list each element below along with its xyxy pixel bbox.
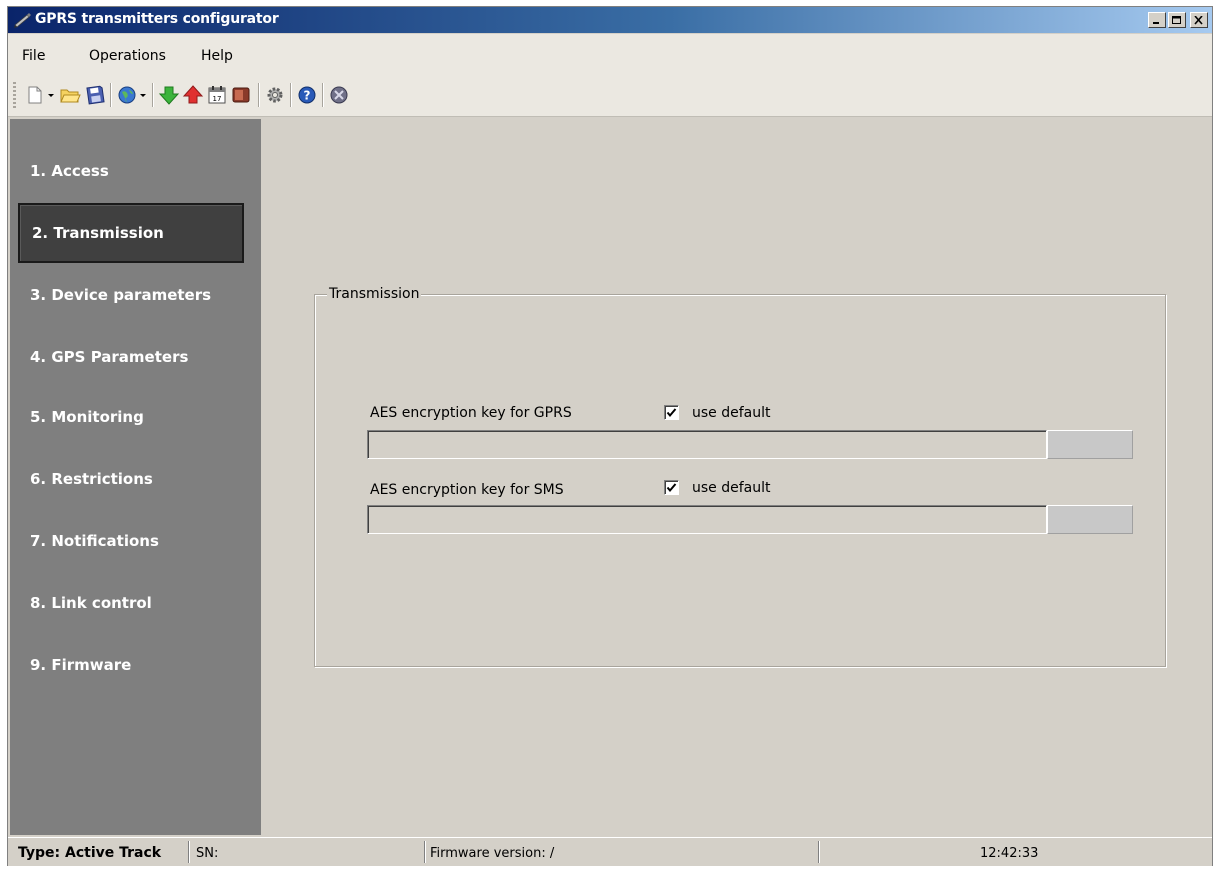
gprs-key-label: AES encryption key for GPRS: [370, 405, 572, 421]
sidebar-item-label: 3. Device parameters: [30, 286, 212, 304]
toolbar-separator: [152, 83, 154, 107]
sidebar-item-label: 5. Monitoring: [30, 408, 144, 426]
exit-icon[interactable]: [328, 84, 350, 106]
sidebar-item-label: 2. Transmission: [32, 224, 164, 242]
firmware-version-status: Firmware version: /: [430, 845, 555, 861]
toolbar-separator: [322, 83, 324, 107]
device-type-status: Type: Active Track: [18, 845, 162, 861]
sidebar-item-access[interactable]: 1. Access: [18, 141, 244, 201]
gprs-use-default-checkbox[interactable]: [664, 405, 679, 420]
device-icon[interactable]: [230, 84, 252, 106]
sidebar-item-label: 9. Firmware: [30, 656, 132, 674]
status-divider: [188, 841, 190, 863]
minimize-icon: [1153, 22, 1159, 24]
window-controls: [1148, 12, 1208, 28]
toolbar: 17 ?: [8, 74, 1212, 117]
close-button[interactable]: [1190, 12, 1208, 28]
upload-arrow-icon[interactable]: [182, 84, 204, 106]
new-icon[interactable]: [24, 84, 46, 106]
pen-icon: [13, 12, 31, 28]
help-icon[interactable]: ?: [296, 84, 318, 106]
sms-use-default-label[interactable]: use default: [692, 480, 771, 496]
sidebar-item-restrictions[interactable]: 6. Restrictions: [18, 449, 244, 509]
toolbar-grip[interactable]: [13, 82, 16, 108]
sidebar-item-label: 6. Restrictions: [30, 470, 153, 488]
download-arrow-icon[interactable]: [158, 84, 180, 106]
gprs-key-button[interactable]: [1047, 430, 1133, 459]
sidebar-item-label: 7. Notifications: [30, 532, 159, 550]
status-divider: [424, 841, 426, 863]
transmission-group: Transmission AES encryption key for GPRS…: [314, 286, 1166, 667]
sidebar-item-label: 1. Access: [30, 162, 109, 180]
menu-bar: File Operations Help: [8, 34, 1212, 74]
clock-status: 12:42:33: [980, 845, 1039, 861]
svg-text:?: ?: [304, 89, 311, 103]
sidebar-item-label: 8. Link control: [30, 594, 152, 612]
close-icon: [1194, 16, 1203, 25]
maximize-button[interactable]: [1168, 12, 1186, 28]
title-bar[interactable]: GPRS transmitters configurator: [8, 7, 1212, 33]
app-window: GPRS transmitters configurator File Oper…: [7, 6, 1213, 866]
toolbar-separator: [258, 83, 260, 107]
sidebar-item-device-parameters[interactable]: 3. Device parameters: [18, 265, 244, 325]
sidebar-item-label: 4. GPS Parameters: [30, 348, 189, 366]
checkmark-icon: [666, 483, 677, 493]
open-folder-icon[interactable]: [59, 84, 81, 106]
svg-text:17: 17: [213, 95, 222, 103]
menu-operations[interactable]: Operations: [89, 48, 166, 64]
sidebar-item-firmware[interactable]: 9. Firmware: [18, 635, 244, 695]
save-disk-icon[interactable]: [84, 84, 106, 106]
globe-icon[interactable]: [116, 84, 138, 106]
status-bar: Type: Active Track SN: Firmware version:…: [8, 837, 1212, 866]
sms-key-button[interactable]: [1047, 505, 1133, 534]
minimize-button[interactable]: [1148, 12, 1166, 28]
toolbar-separator: [110, 83, 112, 107]
sidebar-item-gps-parameters[interactable]: 4. GPS Parameters: [18, 327, 244, 387]
dropdown-arrow-icon[interactable]: [46, 84, 56, 106]
group-title: Transmission: [327, 286, 422, 302]
sidebar-item-link-control[interactable]: 8. Link control: [18, 573, 244, 633]
maximize-icon: [1172, 16, 1181, 24]
menu-file[interactable]: File: [22, 48, 45, 64]
sidebar-item-notifications[interactable]: 7. Notifications: [18, 511, 244, 571]
menu-help[interactable]: Help: [201, 48, 233, 64]
sms-key-input[interactable]: [367, 505, 1047, 534]
sidebar-nav: 1. Access 2. Transmission 3. Device para…: [10, 119, 261, 835]
calendar-icon[interactable]: 17: [206, 84, 228, 106]
sidebar-item-monitoring[interactable]: 5. Monitoring: [18, 387, 244, 447]
main-panel: Transmission AES encryption key for GPRS…: [261, 119, 1212, 835]
window-title: GPRS transmitters configurator: [35, 11, 279, 27]
sms-key-label: AES encryption key for SMS: [370, 482, 564, 498]
gear-icon[interactable]: [264, 84, 286, 106]
serial-number-status: SN:: [196, 845, 219, 861]
sms-use-default-checkbox[interactable]: [664, 480, 679, 495]
checkmark-icon: [666, 408, 677, 418]
toolbar-separator: [290, 83, 292, 107]
gprs-use-default-label[interactable]: use default: [692, 405, 771, 421]
gprs-key-input[interactable]: [367, 430, 1047, 459]
status-divider: [818, 841, 820, 863]
sidebar-item-transmission[interactable]: 2. Transmission: [18, 203, 244, 263]
dropdown-arrow-icon[interactable]: [138, 84, 148, 106]
